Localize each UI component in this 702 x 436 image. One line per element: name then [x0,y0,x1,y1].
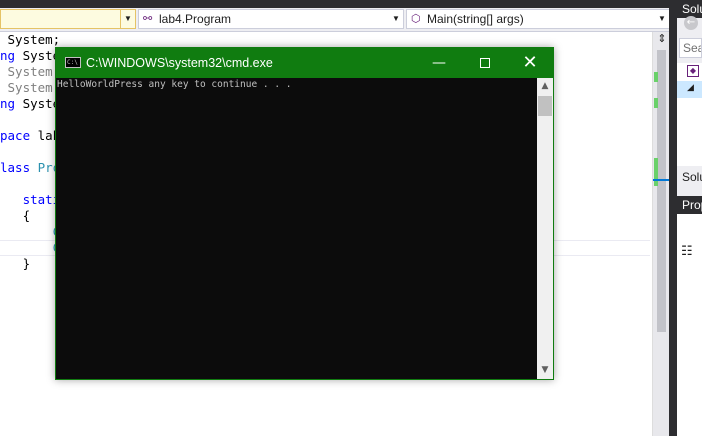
code-line: C [0,224,61,240]
split-editor-icon[interactable]: ⇕ [656,33,668,45]
maximize-icon [480,58,490,68]
cmd-scroll-thumb[interactable] [538,96,552,116]
vs-top-strip [0,0,702,8]
minimize-button[interactable]: — [416,48,462,78]
code-line: stati [0,192,61,208]
code-line: pace lab [0,128,60,144]
code-line: ng Syste [0,48,60,64]
scroll-down-icon[interactable]: ▼ [537,362,553,379]
class-icon: ⚯ [143,13,153,25]
solution-tree-item[interactable]: ◆ [677,63,702,81]
code-token: C [0,240,61,255]
class-combo[interactable]: ⚯ lab4.Program ▼ [138,9,404,29]
code-token: C [0,224,61,239]
solution-tree-item-selected[interactable]: ◢ [677,81,702,98]
code-token: ng [0,48,23,63]
solution-explorer-tab[interactable]: Solution Explorer [677,168,702,186]
solution-search-input[interactable]: Search Solution Explorer [679,38,702,58]
code-line: C [0,240,61,256]
change-marker [654,98,658,108]
cmd-titlebar[interactable]: C:\ C:\WINDOWS\system32\cmd.exe — ✕ [56,48,553,78]
code-token: { [0,208,31,223]
code-line: lass Pro [0,160,60,176]
class-combo-value: lab4.Program [159,12,232,26]
method-icon: ⬡ [411,13,421,25]
code-token: System; [0,32,61,47]
cmd-window[interactable]: C:\ C:\WINDOWS\system32\cmd.exe — ✕ Hell… [55,47,554,380]
code-line: { [0,208,31,224]
code-line: System; [0,32,61,48]
navigation-bar: ▼ ⚯ lab4.Program ▼ ⬡ Main(string[] args)… [0,8,676,32]
close-icon: ✕ [522,52,538,73]
code-token: } [0,256,31,271]
project-combo[interactable]: ▼ [0,9,136,29]
code-line: ng Syste [0,96,60,112]
cmd-output: HelloWorldPress any key to continue . . … [57,79,292,90]
code-line: } [0,256,31,272]
change-marker [654,72,658,82]
cmd-scrollbar[interactable]: ▲ ▼ [537,78,553,379]
scroll-up-icon[interactable]: ▲ [537,78,553,95]
code-line: System. [0,64,61,80]
cmd-console[interactable]: HelloWorldPress any key to continue . . … [56,78,537,379]
code-token: lass [0,160,38,175]
minimize-icon: — [432,55,446,71]
change-marker [654,158,658,186]
editor-scroll-thumb[interactable] [657,50,666,332]
code-token: stati [0,192,61,207]
back-arrow-icon[interactable]: ← [684,16,698,30]
close-button[interactable]: ✕ [507,48,553,78]
categorized-icon[interactable]: ☷ [681,244,697,260]
maximize-button[interactable] [462,48,508,78]
code-token: pace [0,128,38,143]
editor-scrollbar[interactable]: ⇕ [652,32,673,436]
chevron-down-icon: ▼ [392,14,400,23]
properties-header[interactable]: Properties [677,196,702,214]
member-combo-value: Main(string[] args) [427,12,524,26]
expand-triangle-icon[interactable]: ◢ [687,83,694,93]
member-combo[interactable]: ⬡ Main(string[] args) ▼ [406,9,670,29]
code-token: System. [0,64,61,79]
cmd-icon: C:\ [65,57,81,68]
code-token: System. [0,80,61,95]
code-line: System. [0,80,61,96]
solution-tree-area [677,98,702,166]
code-token: ng [0,96,23,111]
cmd-title: C:\WINDOWS\system32\cmd.exe [86,56,273,70]
chevron-down-icon: ▼ [120,10,135,28]
chevron-down-icon: ▼ [658,14,666,23]
solution-icon: ◆ [687,65,699,77]
